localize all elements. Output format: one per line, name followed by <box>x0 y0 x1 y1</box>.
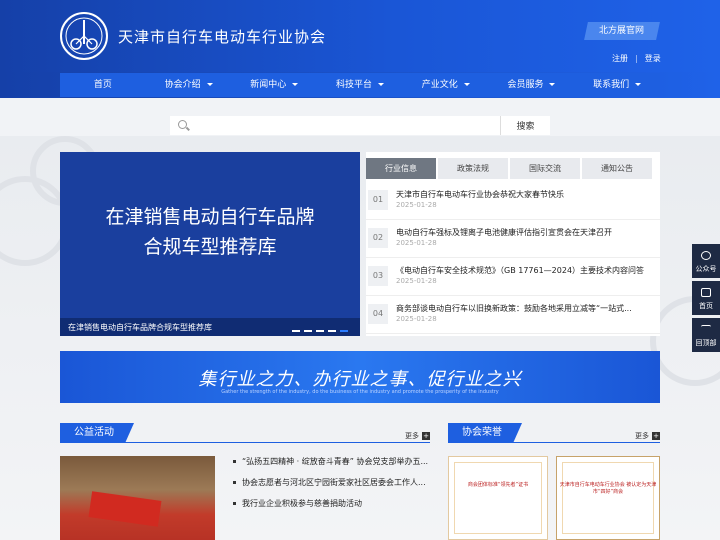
banner-caption-bar: 在津销售电动自行车品牌合规车型推荐库 <box>60 318 360 336</box>
plus-icon: + <box>652 432 660 440</box>
certificate-frame <box>562 462 654 534</box>
certificate-frame <box>454 462 542 534</box>
plus-icon: + <box>422 432 430 440</box>
welfare-section-header: 公益活动 更多 + <box>60 423 430 443</box>
carousel-dot[interactable] <box>292 330 300 332</box>
news-number: 02 <box>368 228 388 248</box>
association-logo-icon[interactable] <box>60 12 108 60</box>
honor-certificate[interactable]: 商会团体标准“领先者”证书 <box>448 456 548 540</box>
site-header: 天津市自行车电动车行业协会 北方展官网 注册 | 登录 <box>0 0 720 72</box>
carousel-dots <box>292 330 348 332</box>
search-button[interactable]: 搜索 <box>500 116 550 135</box>
slogan-banner: 集行业之力、办行业之事、促行业之兴 Gather the strength of… <box>60 351 660 403</box>
main-nav: 首页 协会介绍 新闻中心 科技平台 产业文化 会员服务 联系我们 <box>60 73 660 97</box>
floating-sidebar: 公众号 首页 回顶部 <box>692 244 720 355</box>
chevron-down-icon <box>463 83 470 86</box>
news-number: 03 <box>368 266 388 286</box>
login-link[interactable]: 登录 <box>645 54 661 63</box>
sidebar-back-to-top[interactable]: 回顶部 <box>692 318 720 352</box>
news-title[interactable]: 《电动自行车安全技术规范》（GB 17761—2024）主要技术内容问答 <box>396 265 658 276</box>
nav-item-tech[interactable]: 科技平台 <box>317 73 403 97</box>
list-item[interactable]: “弘扬五四精神 · 绽放奋斗青春” 协会党支部举办五... <box>232 456 432 477</box>
auth-links: 注册 | 登录 <box>612 54 661 63</box>
list-item[interactable]: 协会志愿者与河北区宁园街爱家社区居委会工作人... <box>232 477 432 498</box>
sidebar-home[interactable]: 首页 <box>692 281 720 315</box>
news-number: 04 <box>368 304 388 324</box>
slogan-main: 集行业之力、办行业之事、促行业之兴 <box>198 369 522 390</box>
news-number: 01 <box>368 190 388 210</box>
tab-policy[interactable]: 政策法规 <box>438 158 508 179</box>
welfare-photo[interactable] <box>60 456 215 540</box>
divider <box>60 442 430 443</box>
news-date: 2025-01-28 <box>396 315 437 323</box>
nav-item-home[interactable]: 首页 <box>60 73 146 97</box>
news-title[interactable]: 天津市自行车电动车行业协会恭祝大家春节快乐 <box>396 189 658 200</box>
home-icon <box>701 288 711 297</box>
site-title: 天津市自行车电动车行业协会 <box>118 28 327 46</box>
news-item[interactable]: 03 《电动自行车安全技术规范》（GB 17761—2024）主要技术内容问答 … <box>366 258 660 296</box>
honors-section-header: 协会荣誉 更多 + <box>448 423 660 443</box>
certificate-title: 商会团体标准“领先者”证书 <box>467 482 529 488</box>
carousel-dot[interactable] <box>316 330 324 332</box>
chevron-down-icon <box>549 83 556 86</box>
honor-certificate[interactable]: 天津市自行车电动车行业协会 被认定为天津市“四好”商会 <box>556 456 660 540</box>
welfare-section-title: 公益活动 <box>60 423 134 443</box>
honors-more-link[interactable]: 更多 + <box>635 431 660 441</box>
news-item[interactable]: 04 商务部谈电动自行车以旧换新政策：鼓励各地采用立减等“一站式... 2025… <box>366 296 660 334</box>
expo-site-button[interactable]: 北方展官网 <box>584 22 660 40</box>
honors-section-title: 协会荣誉 <box>448 423 522 443</box>
news-panel: 行业信息 政策法规 国际交流 通知公告 01 天津市自行车电动车行业协会恭祝大家… <box>366 152 660 336</box>
chevron-down-icon <box>635 83 642 86</box>
news-title[interactable]: 商务部谈电动自行车以旧换新政策：鼓励各地采用立减等“一站式... <box>396 303 658 314</box>
news-item[interactable]: 01 天津市自行车电动车行业协会恭祝大家春节快乐 2025-01-28 <box>366 182 660 220</box>
chevron-down-icon <box>292 83 299 86</box>
chevron-down-icon <box>206 83 213 86</box>
search-bar: 搜索 <box>170 116 550 135</box>
nav-item-about[interactable]: 协会介绍 <box>146 73 232 97</box>
divider <box>448 442 660 443</box>
news-date: 2025-01-28 <box>396 239 437 247</box>
wechat-icon <box>701 251 711 260</box>
banner-line-2: 合规车型推荐库 <box>143 236 277 258</box>
news-tabs: 行业信息 政策法规 国际交流 通知公告 <box>366 152 660 179</box>
carousel-dot[interactable] <box>328 330 336 332</box>
tab-notices[interactable]: 通知公告 <box>582 158 652 179</box>
news-date: 2025-01-28 <box>396 277 437 285</box>
nav-item-news[interactable]: 新闻中心 <box>231 73 317 97</box>
list-item[interactable]: 我行业企业积极参与慈善捐助活动 <box>232 498 432 519</box>
certificate-title: 天津市自行车电动车行业协会 被认定为天津市“四好”商会 <box>559 482 657 495</box>
sidebar-wechat[interactable]: 公众号 <box>692 244 720 278</box>
banner-caption: 在津销售电动自行车品牌合规车型推荐库 <box>68 323 212 332</box>
chevron-down-icon <box>378 83 385 86</box>
banner-line-1: 在津销售电动自行车品牌 <box>105 206 315 228</box>
news-list: 01 天津市自行车电动车行业协会恭祝大家春节快乐 2025-01-28 02 电… <box>366 182 660 334</box>
welfare-list: “弘扬五四精神 · 绽放奋斗青春” 协会党支部举办五... 协会志愿者与河北区宁… <box>232 456 432 519</box>
news-item[interactable]: 02 电动自行车强标及锂离子电池健康评估指引宣贯会在天津召开 2025-01-2… <box>366 220 660 258</box>
tab-international[interactable]: 国际交流 <box>510 158 580 179</box>
hero-banner[interactable]: 在津销售电动自行车品牌 合规车型推荐库 在津销售电动自行车品牌合规车型推荐库 <box>60 152 360 336</box>
search-input[interactable] <box>194 118 494 133</box>
banner-headline: 在津销售电动自行车品牌 合规车型推荐库 <box>60 202 360 262</box>
register-link[interactable]: 注册 <box>612 54 628 63</box>
slogan-sub: Gather the strength of the industry, do … <box>221 389 499 395</box>
carousel-dot[interactable] <box>304 330 312 332</box>
nav-item-contact[interactable]: 联系我们 <box>574 73 660 97</box>
news-date: 2025-01-28 <box>396 201 437 209</box>
tab-industry-info[interactable]: 行业信息 <box>366 158 436 179</box>
arrow-up-icon <box>701 325 711 334</box>
welfare-more-link[interactable]: 更多 + <box>405 431 430 441</box>
nav-item-member[interactable]: 会员服务 <box>489 73 575 97</box>
carousel-dot-active[interactable] <box>340 330 348 332</box>
nav-item-culture[interactable]: 产业文化 <box>403 73 489 97</box>
news-title[interactable]: 电动自行车强标及锂离子电池健康评估指引宣贯会在天津召开 <box>396 227 658 238</box>
photo-red-banner <box>88 491 162 527</box>
search-icon <box>178 120 187 129</box>
